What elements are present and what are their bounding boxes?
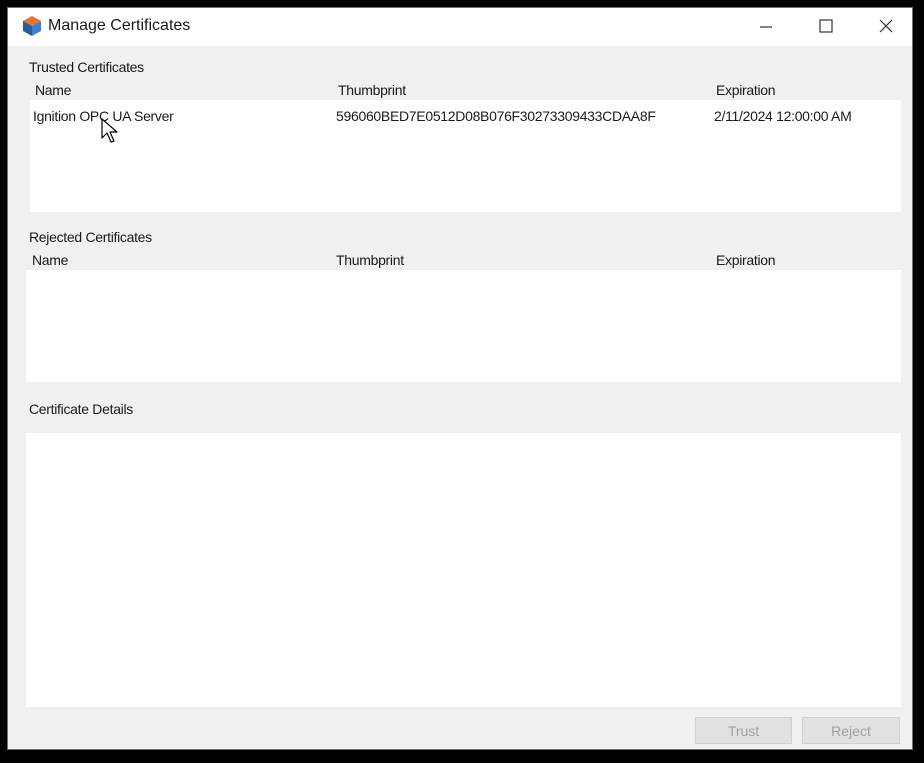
trusted-row-thumbprint: 596060BED7E0512D08B076F30273309433CDAA8F <box>336 108 656 124</box>
window-title: Manage Certificates <box>48 17 191 34</box>
close-button[interactable] <box>856 8 916 44</box>
certificate-details-label: Certificate Details <box>29 401 134 417</box>
trusted-certificates-list[interactable]: Ignition OPC UA Server 596060BED7E0512D0… <box>30 100 901 212</box>
maximize-button[interactable] <box>796 8 856 44</box>
trusted-column-thumbprint[interactable]: Thumbprint <box>338 82 406 98</box>
reject-button[interactable]: Reject <box>802 717 900 744</box>
mouse-cursor-icon <box>101 118 118 143</box>
cube-app-icon <box>23 16 41 36</box>
trusted-column-name[interactable]: Name <box>35 82 71 98</box>
trust-button[interactable]: Trust <box>695 717 792 744</box>
trusted-column-expiration[interactable]: Expiration <box>716 82 776 98</box>
rejected-column-thumbprint[interactable]: Thumbprint <box>336 252 404 268</box>
trusted-row-expiration: 2/11/2024 12:00:00 AM <box>714 108 852 124</box>
close-icon <box>879 19 893 33</box>
title-bar[interactable]: Manage Certificates <box>8 8 912 46</box>
certificate-details-panel[interactable] <box>26 433 901 707</box>
minimize-icon <box>760 26 772 28</box>
rejected-column-expiration[interactable]: Expiration <box>716 252 776 268</box>
rejected-certificates-list[interactable] <box>26 270 901 382</box>
rejected-column-name[interactable]: Name <box>32 252 68 268</box>
manage-certificates-window: Manage Certificates Trusted Certificates… <box>7 7 913 750</box>
maximize-icon <box>819 19 833 33</box>
minimize-button[interactable] <box>736 8 796 44</box>
table-row[interactable]: Ignition OPC UA Server 596060BED7E0512D0… <box>30 106 901 128</box>
rejected-certificates-label: Rejected Certificates <box>29 229 152 245</box>
trusted-certificates-label: Trusted Certificates <box>29 59 144 75</box>
